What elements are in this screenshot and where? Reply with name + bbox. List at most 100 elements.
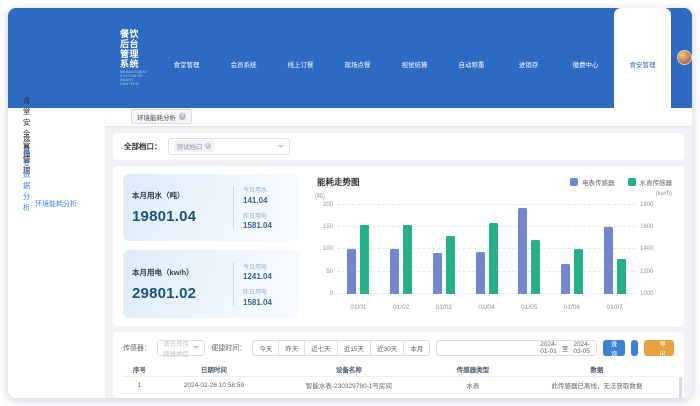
refresh-button[interactable]: M20 12a8 8 0 11-2.5-5.8M20 4v5h-5 bbox=[631, 340, 637, 356]
tab-close-icon[interactable]: ✕ bbox=[179, 113, 186, 120]
tab-label: 环境能耗分析 bbox=[137, 112, 176, 122]
collapse-menu-icon[interactable]: M4 6h16M4 12h16M4 17h10 bbox=[114, 112, 123, 121]
visual-settlement-icon: M2 12c3-6 17-6 20 0-3 6-17 6-20 0zM12 9a… bbox=[409, 48, 420, 59]
calendar-icon: M4 6h16v15H4zM4 10h16M8 3v5M16 3v5 bbox=[443, 332, 535, 391]
dashboard-card: 本月用水（吨） 19801.04 今日用水 141.04昨日用电 1581.04… bbox=[113, 166, 684, 326]
left-axis-tick: 100 bbox=[311, 246, 333, 252]
column-header-设备名称: 设备名称 bbox=[272, 362, 426, 377]
date-start[interactable]: 2024-01-01 bbox=[540, 341, 557, 355]
date-range-picker[interactable]: M4 6h16v15H4zM4 10h16M8 3v5M16 3v5 2024-… bbox=[436, 340, 597, 356]
member-icon: M12 3l9 9-9 9-9-9z bbox=[238, 46, 249, 57]
tab-env-energy[interactable]: 环境能耗分析 ✕ bbox=[131, 109, 192, 124]
date-end[interactable]: 2024-03-05 bbox=[573, 341, 590, 355]
bar-水表传感器-01/02 bbox=[403, 225, 412, 294]
quick-time-本月[interactable]: 本月 bbox=[403, 340, 430, 356]
canteen-icon: M3 11l9-7 9 7M5 10v10h14V10 bbox=[20, 8, 115, 103]
food-safety-icon: M12 4a8 8 0 100 16 8 8 0 000-16zM12 8v8M… bbox=[637, 46, 648, 57]
right-axis-tick: 1000 bbox=[640, 291, 666, 297]
export-icon: M12 16V5M7 10l5-5 5 5M5 20h14 bbox=[651, 344, 656, 351]
bar-group-01/05 bbox=[508, 205, 551, 294]
auto-weigh-icon: M12 4v4M5 8h14l-2 12H7zM12 8v4 bbox=[466, 46, 477, 57]
left-axis-tick: 150 bbox=[311, 224, 333, 230]
left-axis-unit: (吨) bbox=[315, 191, 325, 200]
avatar[interactable] bbox=[677, 50, 692, 65]
sidebar-item-食安数据分析[interactable]: M4 20h16M8 16v-6M12 16V5M16 16v-4 食安数据分析… bbox=[8, 167, 105, 193]
member-icon: M12 3l9 9-9 9-9-9z bbox=[238, 48, 249, 59]
export-button[interactable]: M12 16V5M7 10l5-5 5 5M5 20h14导出 bbox=[644, 340, 675, 356]
online-order-icon: M4 5h16v11H4zM9 20h6 bbox=[295, 46, 306, 57]
quick-time-近30天[interactable]: 近30天 bbox=[370, 340, 404, 356]
nav-item-label: 自动称重 bbox=[459, 59, 485, 69]
cell-datetime: 2024-02-26 10:58:59 bbox=[156, 377, 272, 394]
device-icon: M4 4h16v12H4zM9 20h6M12 16v4 bbox=[16, 149, 18, 158]
stall-select[interactable]: 测试档口 ✕ bbox=[168, 138, 290, 155]
table-row: 22024-02-23 18:39:31智能电表-28720-1号房间电表此传感… bbox=[123, 394, 674, 398]
user-chip[interactable]: 王茜茜，采购经理 ⋮ bbox=[671, 8, 692, 108]
food-safety-icon: M12 4a8 8 0 100 16 8 8 0 000-16zM12 8v8M… bbox=[637, 48, 648, 59]
nav-item-进销存[interactable]: M4 8l8-4 8 4v8l-8 4-8-4zM4 8l8 4 8-4M12 … bbox=[500, 8, 557, 108]
menu-icon: M4 6h16M4 12h16M4 17h10 bbox=[114, 116, 123, 125]
nav-item-会员系统[interactable]: M12 3l9 9-9 9-9-9z 会员系统 bbox=[215, 8, 272, 108]
export-icon: M12 16V5M7 10l5-5 5 5M5 20h14 bbox=[651, 344, 656, 351]
stall-tag-close-icon[interactable]: ✕ bbox=[205, 143, 211, 149]
stall-filter-label: 全部档口： bbox=[124, 141, 162, 152]
stat-title: 本月用水（吨） bbox=[132, 190, 224, 201]
legend-item-电表传感器[interactable]: 电表传感器 bbox=[570, 177, 615, 187]
scrollbar-thumb[interactable] bbox=[679, 377, 682, 398]
stall-filter-card: 全部档口： 测试档口 ✕ bbox=[113, 133, 684, 160]
nav-item-现场点餐[interactable]: M4 13a8 8 0 0016 0zM4 13h16M9 9c0-2 6-2 … bbox=[329, 8, 386, 108]
records-card: 传感器： 请选择传感器类型 便捷时间： 今天昨天近七天近15天近30天本月 M4… bbox=[113, 332, 684, 398]
sensor-type-select[interactable]: 请选择传感器类型 bbox=[157, 340, 205, 356]
bar-水表传感器-01/03 bbox=[446, 236, 455, 294]
bar-电表传感器-01/02 bbox=[390, 249, 399, 294]
inventory-icon: M4 8l8-4 8 4v8l-8 4-8-4zM4 8l8 4 8-4M12 … bbox=[523, 46, 534, 57]
bar-group-01/06 bbox=[551, 205, 594, 294]
x-axis-tick: 01/02 bbox=[380, 304, 423, 311]
legend-item-水表传感器[interactable]: 水表传感器 bbox=[628, 177, 673, 187]
chart-title: 能耗走势图 bbox=[317, 176, 360, 188]
nav-item-缴费中心[interactable]: M5 4h14v16H5zM9 9h6M9 13h4 缴费中心 bbox=[557, 8, 614, 108]
nav-item-label: 现场点餐 bbox=[345, 59, 371, 69]
stat-sub-label: 昨日用电 bbox=[243, 211, 272, 220]
nav-item-视觉结算[interactable]: M2 12c3-6 17-6 20 0-3 6-17 6-20 0zM12 9a… bbox=[386, 8, 443, 108]
cell-device: 智能电表-28720-1号房间 bbox=[272, 394, 426, 398]
stat-sub-label: 昨日用电 bbox=[243, 287, 272, 296]
payment-center-icon: M5 4h14v16H5zM9 9h6M9 13h4 bbox=[580, 46, 591, 57]
nav-item-食堂管理[interactable]: M3 11l9-7 9 7M5 10v10h14V10 食堂管理 bbox=[158, 8, 215, 108]
nav-item-label: 进销存 bbox=[519, 59, 539, 69]
left-axis-tick: 50 bbox=[311, 269, 333, 275]
query-button[interactable]: 查询 bbox=[603, 340, 626, 356]
chart-legend: 电表传感器 水表传感器 bbox=[570, 177, 672, 187]
visual-settlement-icon: M2 12c3-6 17-6 20 0-3 6-17 6-20 0zM12 9a… bbox=[409, 46, 420, 57]
bar-水表传感器-01/07 bbox=[617, 259, 626, 294]
analysis-icon: M4 20h16M8 16v-6M12 16V5M16 16v-4 bbox=[16, 175, 18, 184]
legend-swatch bbox=[628, 178, 636, 186]
nav-item-线上订餐[interactable]: M4 5h16v11H4zM9 20h6 线上订餐 bbox=[272, 8, 329, 108]
x-axis-labels: 01/0101/0201/0301/0401/0501/0601/07 bbox=[337, 304, 636, 311]
nav-item-食安管理[interactable]: M12 4a8 8 0 100 16 8 8 0 000-16zM12 8v8M… bbox=[614, 8, 671, 108]
bar-水表传感器-01/05 bbox=[531, 240, 540, 294]
top-navbar: M3 11l9-7 9 7M5 10v10h14V10 餐饮后台管理系统 MAN… bbox=[8, 8, 692, 108]
quick-time-近七天[interactable]: 近七天 bbox=[304, 340, 338, 356]
stat-card: 本月用水（吨） 19801.04 今日用水 141.04昨日用电 1581.04 bbox=[123, 174, 299, 242]
table-filter-row: 传感器： 请选择传感器类型 便捷时间： 今天昨天近七天近15天近30天本月 M4… bbox=[123, 339, 674, 357]
cell-index: 1 bbox=[123, 377, 156, 394]
bar-group-01/07 bbox=[593, 205, 636, 294]
quick-time-近15天[interactable]: 近15天 bbox=[337, 340, 371, 356]
stat-sub-label: 今日用电 bbox=[243, 262, 272, 271]
canteen-safety-icon: M3 11l9-7 9 7M5 10v10h14V10M10 20v-5h4v5 bbox=[16, 123, 18, 132]
nav-item-label: 会员系统 bbox=[231, 59, 257, 69]
sensor-select-placeholder: 请选择传感器类型 bbox=[163, 338, 193, 358]
left-axis-tick: 200 bbox=[311, 202, 333, 208]
right-axis-unit: (kw/h) bbox=[656, 191, 672, 197]
chevron-down-icon bbox=[193, 346, 199, 349]
nav-item-自动称重[interactable]: M12 4v4M5 8h14l-2 12H7zM12 8v4 自动称重 bbox=[443, 8, 500, 108]
logo-icon: M3 11l9-7 9 7M5 10v10h14V10 bbox=[20, 8, 115, 108]
stat-cards: 本月用水（吨） 19801.04 今日用水 141.04昨日用电 1581.04… bbox=[123, 174, 299, 318]
quick-time-昨天[interactable]: 昨天 bbox=[278, 340, 305, 356]
nav-item-label: 缴费中心 bbox=[573, 59, 599, 69]
payment-center-icon: M5 4h14v16H5zM9 9h6M9 13h4 bbox=[580, 48, 591, 59]
quick-time-今天[interactable]: 今天 bbox=[252, 340, 279, 356]
divider bbox=[233, 186, 234, 230]
x-axis-tick: 01/06 bbox=[551, 304, 594, 311]
